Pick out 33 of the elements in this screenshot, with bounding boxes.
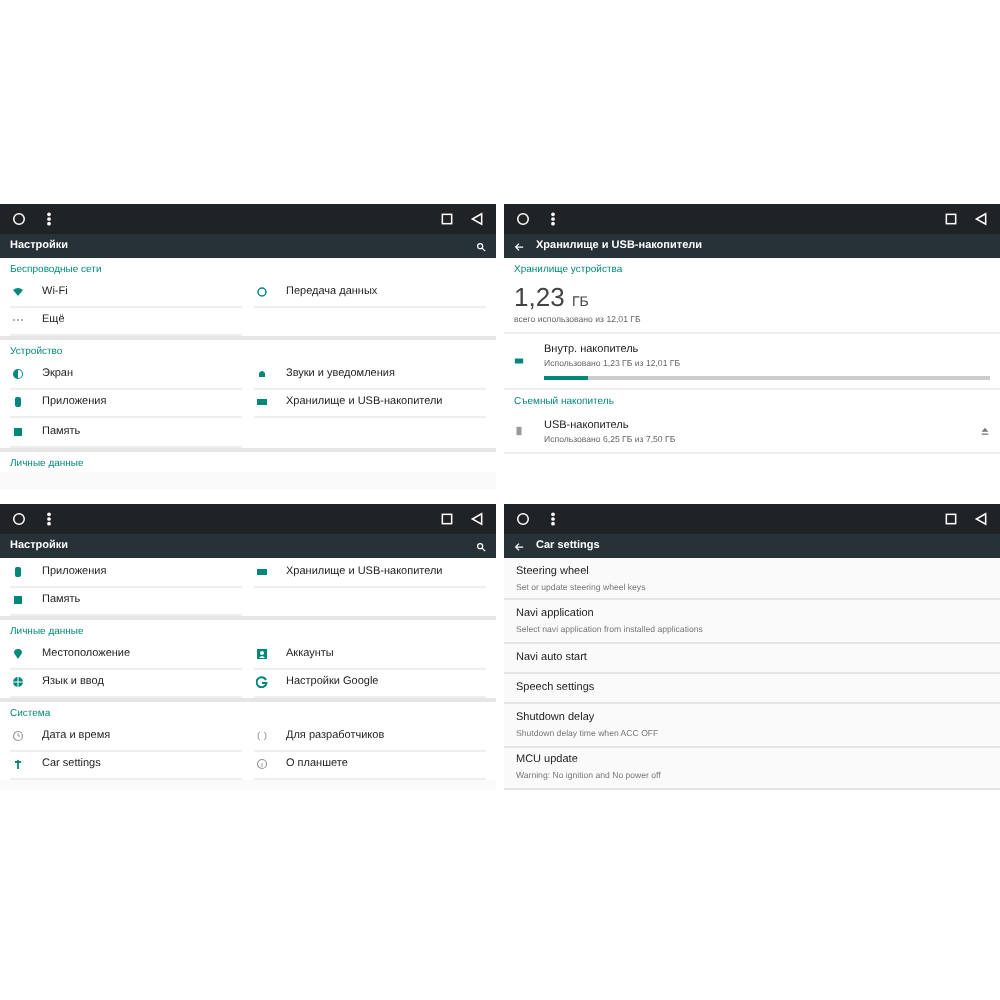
back-icon[interactable] (470, 212, 484, 226)
home-icon[interactable] (12, 212, 26, 226)
globe-icon (12, 676, 24, 689)
square-icon[interactable] (944, 512, 958, 526)
menu-icon[interactable] (42, 212, 56, 226)
antenna-icon (12, 758, 24, 771)
home-icon[interactable] (12, 512, 26, 526)
home-icon[interactable] (516, 512, 530, 526)
search-icon[interactable] (476, 541, 486, 551)
pin-icon (12, 647, 24, 660)
person-icon (256, 647, 268, 660)
g-icon (256, 676, 268, 689)
menu-icon[interactable] (546, 512, 560, 526)
search-icon[interactable] (476, 241, 486, 251)
braces-icon (256, 729, 268, 742)
square-icon[interactable] (440, 512, 454, 526)
storage-icon (514, 356, 524, 367)
menu-icon[interactable] (42, 512, 56, 526)
eject-icon[interactable] (980, 426, 990, 436)
circle-icon (256, 285, 268, 298)
back-arrow-icon[interactable] (514, 241, 524, 251)
back-arrow-icon[interactable] (514, 541, 524, 551)
back-icon[interactable] (470, 512, 484, 526)
menu-icon[interactable] (546, 212, 560, 226)
wifi-icon (12, 285, 24, 298)
clock-icon (12, 729, 24, 742)
brightness-icon (12, 367, 24, 380)
back-icon[interactable] (974, 512, 988, 526)
square-icon[interactable] (944, 212, 958, 226)
square-icon[interactable] (440, 212, 454, 226)
info-icon (256, 758, 268, 771)
back-icon[interactable] (974, 212, 988, 226)
home-icon[interactable] (516, 212, 530, 226)
